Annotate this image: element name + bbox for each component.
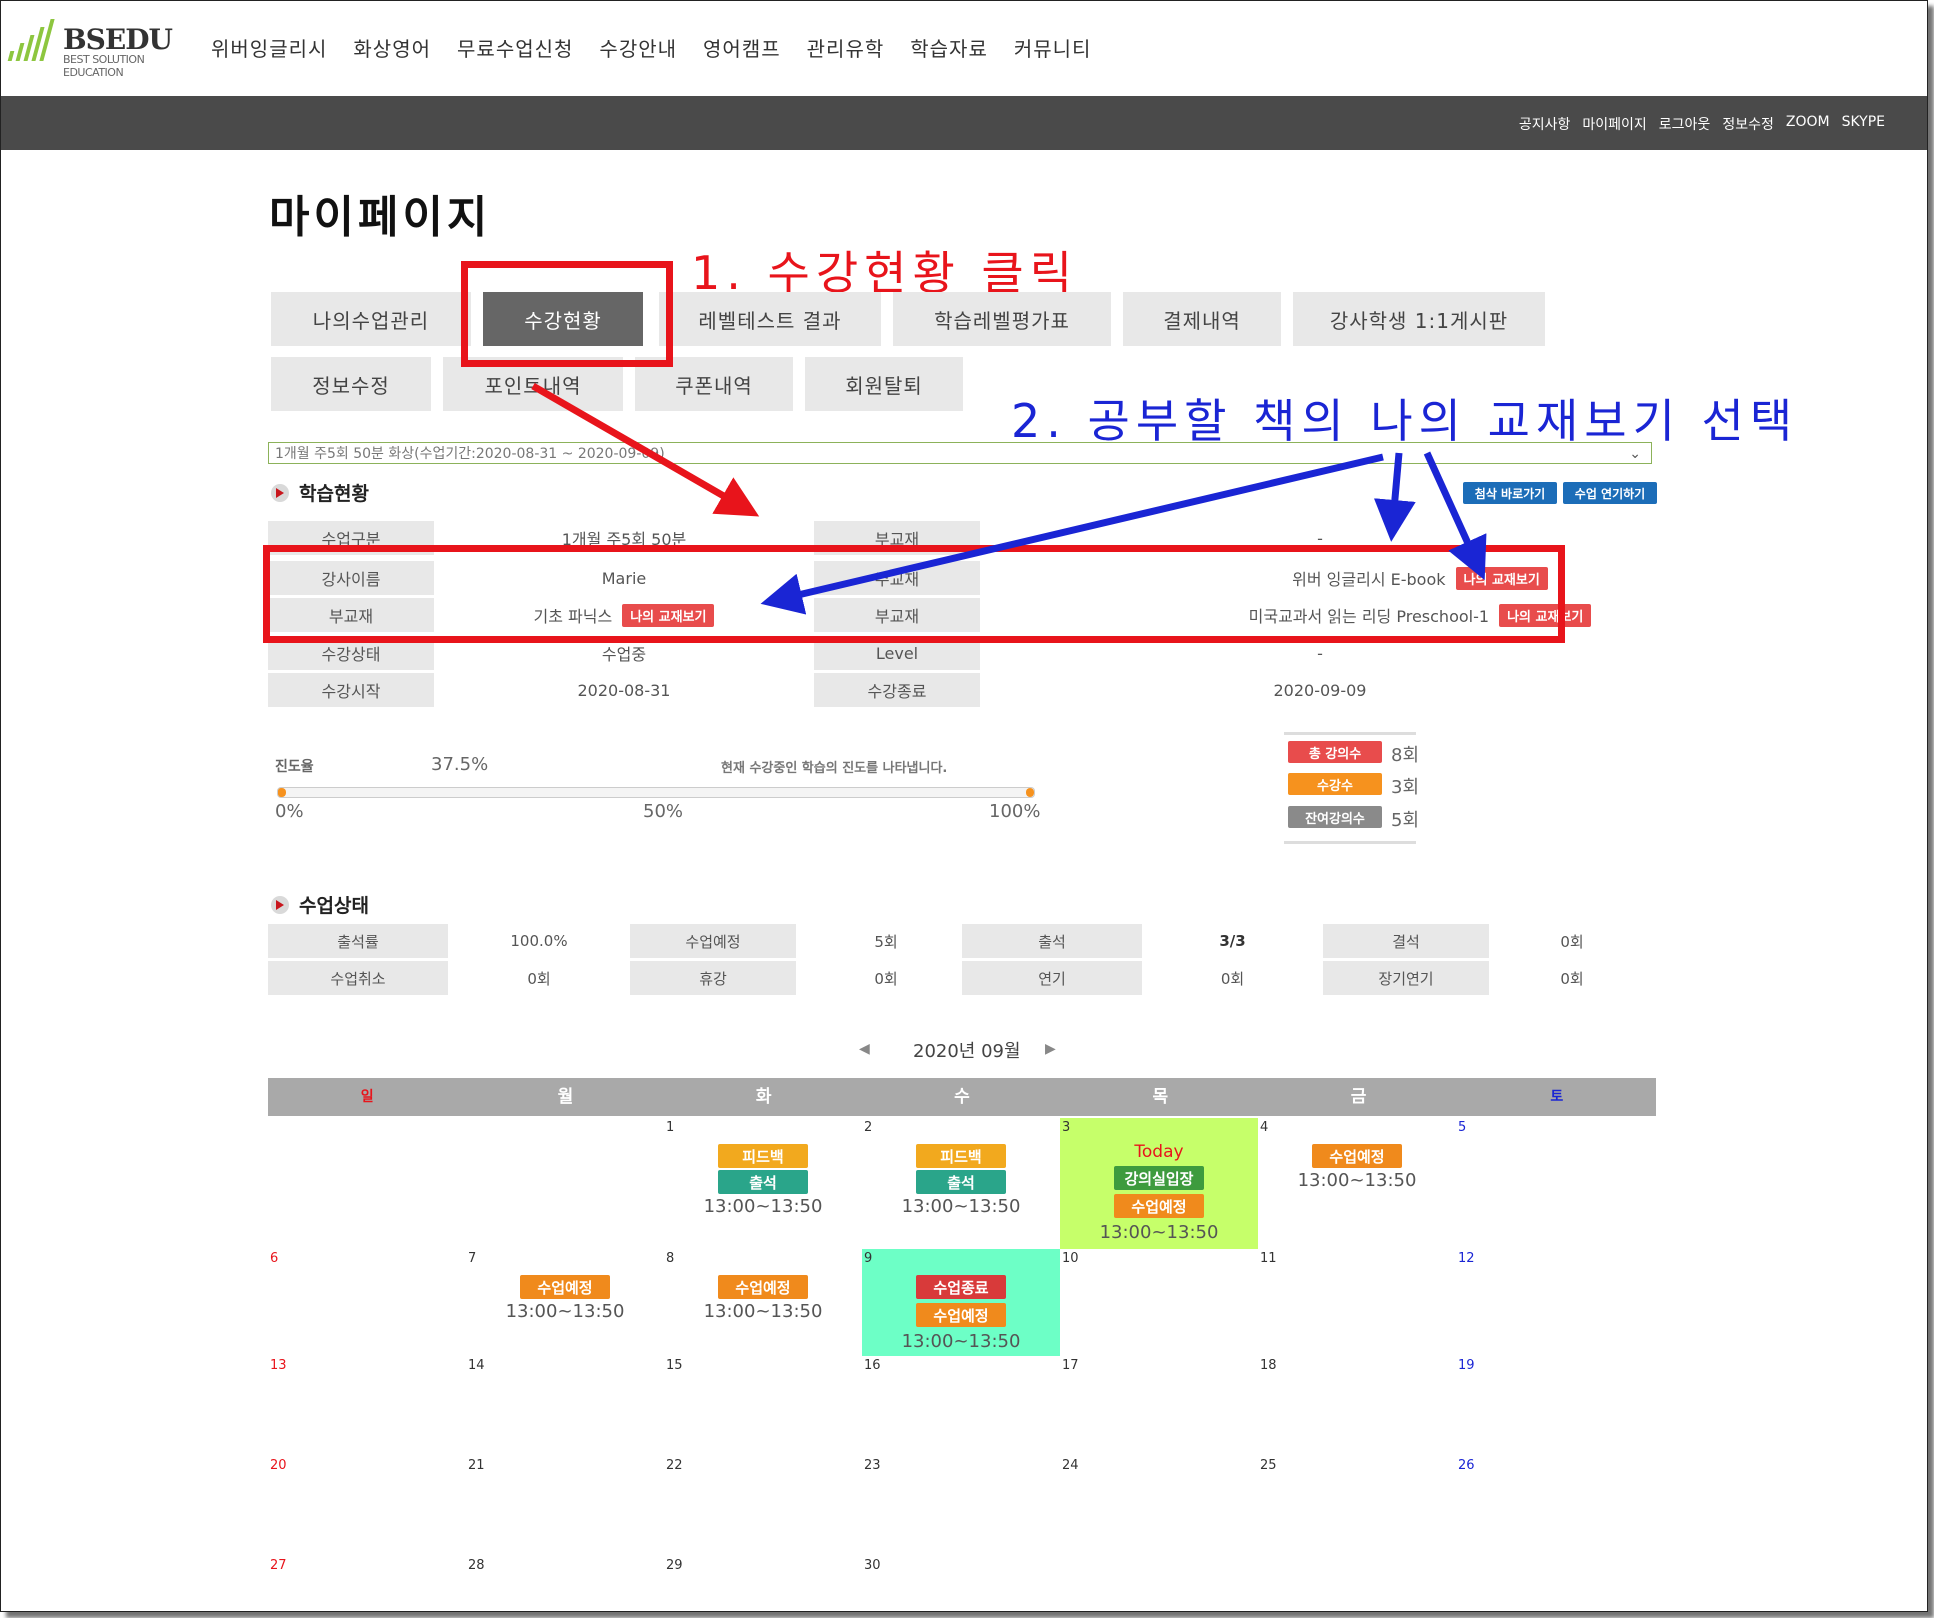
day-number: 4	[1260, 1120, 1269, 1135]
event-badge[interactable]: 수업예정	[916, 1303, 1006, 1327]
status-value: 0회	[874, 969, 898, 988]
progress-tick: 50%	[643, 801, 684, 822]
event-time: 13:00~13:50	[1297, 1170, 1417, 1191]
progress-value: 37.5%	[431, 754, 489, 775]
event-time: 13:00~13:50	[901, 1196, 1021, 1217]
status-label: 출석률	[268, 924, 448, 958]
section-class-status: 수업상태	[271, 891, 369, 918]
day-number: 16	[864, 1358, 881, 1373]
weekday: 월	[557, 1087, 574, 1107]
event-time: 13:00~13:50	[505, 1301, 625, 1322]
day-number: 26	[1458, 1458, 1475, 1473]
event-badge[interactable]: 수업종료	[916, 1275, 1006, 1299]
today-label: Today	[1134, 1142, 1184, 1162]
weekday-sat: 토	[1550, 1089, 1564, 1105]
day-number: 28	[468, 1558, 485, 1573]
event-time: 13:00~13:50	[1099, 1222, 1219, 1243]
day-number: 8	[666, 1251, 675, 1266]
day-number: 24	[1062, 1458, 1079, 1473]
weekday: 목	[1152, 1087, 1169, 1107]
status-label: 출석	[962, 924, 1142, 958]
status-label: 결석	[1323, 924, 1489, 958]
progress-label: 진도율	[275, 759, 314, 775]
arrow-red	[531, 382, 760, 517]
day-number: 10	[1062, 1251, 1079, 1266]
day-number: 21	[468, 1458, 485, 1473]
day-number: 30	[864, 1558, 881, 1573]
status-value: 0회	[1220, 969, 1245, 988]
section-title: 수업상태	[299, 895, 369, 917]
progress-bar	[277, 787, 1035, 798]
event-badge[interactable]: 피드백	[718, 1144, 808, 1168]
weekday: 화	[755, 1087, 772, 1107]
day-number: 13	[270, 1358, 287, 1373]
status-value: 0회	[527, 969, 551, 988]
status-label: 수업취소	[268, 961, 448, 995]
day-number: 20	[270, 1458, 287, 1473]
count-label-total: 총 강의수	[1288, 741, 1382, 763]
event-badge[interactable]: 수업예정	[1114, 1194, 1204, 1218]
section-arrow-icon	[271, 895, 289, 914]
day-number: 9	[864, 1251, 873, 1266]
day-number: 25	[1260, 1458, 1277, 1473]
day-number: 11	[1260, 1251, 1277, 1266]
day-number: 7	[468, 1251, 477, 1266]
day-number: 19	[1458, 1358, 1475, 1373]
day-number: 17	[1062, 1358, 1079, 1373]
arrow-blue-2	[1373, 452, 1416, 542]
day-number: 22	[666, 1458, 683, 1473]
calendar-header: 일 월 화 수 목 금 토	[268, 1078, 1656, 1116]
event-time: 13:00~13:50	[703, 1301, 823, 1322]
status-label: 장기연기	[1323, 961, 1489, 995]
count-value-remaining: 5회	[1391, 810, 1420, 831]
browser-window: BSEDU BEST SOLUTION EDUCATION 위버잉글리시 화상영…	[0, 0, 1928, 1612]
count-label-remaining: 잔여강의수	[1288, 806, 1382, 828]
progress-start-marker	[278, 788, 286, 797]
calendar-next[interactable]: ▶	[1045, 1041, 1056, 1057]
weekday: 금	[1350, 1087, 1367, 1107]
status-label: 연기	[962, 961, 1142, 995]
day-number: 1	[666, 1120, 675, 1135]
status-value: 0회	[1560, 932, 1584, 951]
status-value: 3/3	[1219, 932, 1246, 950]
day-number: 3	[1062, 1120, 1071, 1135]
count-label-taken: 수강수	[1288, 773, 1382, 795]
day-number: 14	[468, 1358, 485, 1373]
arrow-blue-1	[760, 453, 1384, 615]
status-value: 5회	[874, 932, 898, 951]
day-number: 15	[666, 1358, 683, 1373]
status-value: 100.0%	[510, 932, 568, 950]
event-badge[interactable]: 출석	[718, 1170, 808, 1194]
weekday: 수	[954, 1087, 970, 1107]
status-label: 수업예정	[630, 924, 796, 958]
day-number: 5	[1458, 1120, 1467, 1135]
event-badge[interactable]: 출석	[916, 1170, 1006, 1194]
day-number: 6	[270, 1251, 279, 1266]
day-number: 29	[666, 1558, 683, 1573]
day-number: 12	[1458, 1251, 1475, 1266]
event-badge[interactable]: 수업예정	[520, 1275, 610, 1299]
progress-end-marker	[1026, 788, 1034, 797]
status-label: 휴강	[630, 961, 796, 995]
weekday-sun: 일	[360, 1089, 374, 1105]
calendar-month: 2020년 09월	[913, 1041, 1021, 1062]
day-number: 23	[864, 1458, 881, 1473]
day-number: 2	[864, 1120, 873, 1135]
count-value-total: 8회	[1391, 745, 1420, 766]
event-time: 13:00~13:50	[703, 1196, 823, 1217]
progress-tick: 100%	[989, 801, 1041, 822]
event-badge[interactable]: 강의실입장	[1114, 1166, 1204, 1190]
calendar-prev[interactable]: ◀	[859, 1041, 870, 1057]
arrow-blue-3	[1423, 451, 1487, 581]
status-value: 0회	[1560, 969, 1584, 988]
event-badge[interactable]: 수업예정	[718, 1275, 808, 1299]
day-number: 18	[1260, 1358, 1277, 1373]
event-time: 13:00~13:50	[901, 1331, 1021, 1352]
progress-desc: 현재 수강중인 학습의 진도를 나타냅니다.	[721, 761, 948, 776]
event-badge[interactable]: 수업예정	[1312, 1144, 1402, 1168]
count-value-taken: 3회	[1391, 777, 1420, 798]
progress-tick: 0%	[275, 801, 304, 822]
day-number: 27	[270, 1558, 287, 1573]
event-badge[interactable]: 피드백	[916, 1144, 1006, 1168]
